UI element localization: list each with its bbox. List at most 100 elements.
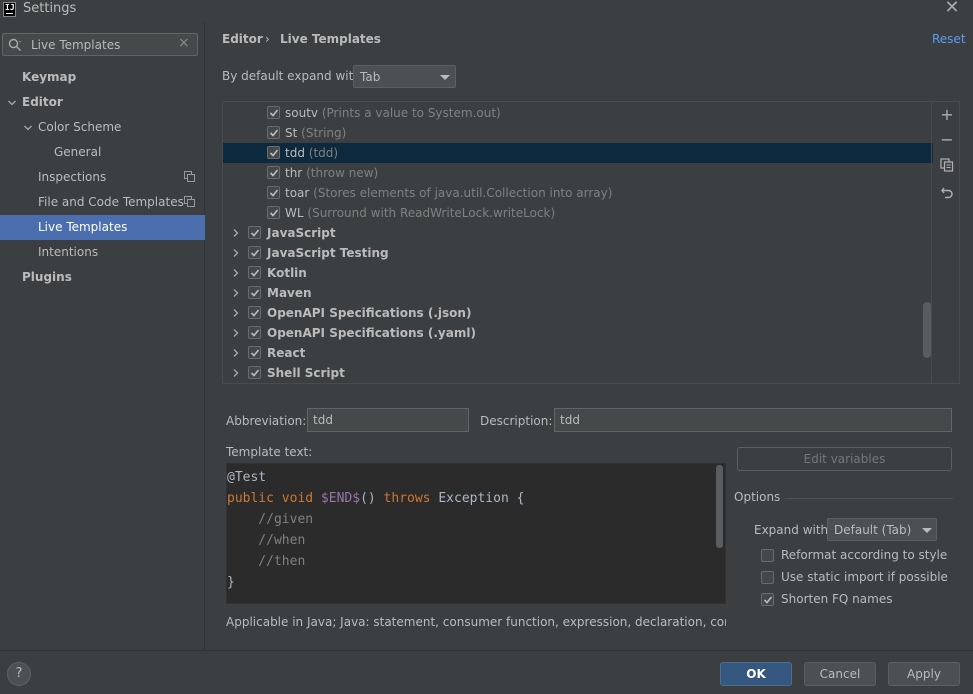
close-window-icon[interactable]: ✕ (944, 0, 960, 18)
sidebar-item-label: Intentions (38, 245, 99, 259)
template-text-editor[interactable]: @Test public void $END$() throws Excepti… (226, 463, 726, 604)
sidebar-item-inspections[interactable]: Inspections (0, 165, 205, 190)
group-checkbox[interactable] (248, 266, 261, 279)
shorten-fq-checkbox[interactable] (761, 593, 774, 606)
template-group-kotlin[interactable]: Kotlin (223, 263, 933, 283)
template-code: @Test public void $END$() throws Excepti… (227, 467, 524, 593)
sidebar-item-label: Plugins (22, 270, 72, 284)
reformat-label: Reformat according to style (781, 548, 948, 562)
sidebar-item-label: Editor (22, 95, 63, 109)
template-row-wl[interactable]: WL (Surround with ReadWriteLock.writeLoc… (223, 203, 933, 223)
template-description: (throw new) (306, 166, 379, 180)
chevron-right-icon[interactable] (231, 348, 241, 358)
template-abbreviation: WL (285, 206, 304, 220)
template-checkbox[interactable] (267, 126, 280, 139)
template-group-javascript[interactable]: JavaScript (223, 223, 933, 243)
copy-icon[interactable] (940, 158, 954, 172)
ok-button[interactable]: OK (720, 662, 792, 686)
chevron-right-icon[interactable] (231, 368, 241, 378)
code-keyword: public void (227, 491, 321, 506)
template-description: (Surround with ReadWriteLock.writeLock) (307, 206, 556, 220)
sidebar-item-general[interactable]: General (0, 140, 205, 165)
group-checkbox[interactable] (248, 246, 261, 259)
template-checkbox[interactable] (267, 206, 280, 219)
template-group-maven[interactable]: Maven (223, 283, 933, 303)
chevron-right-icon[interactable] (231, 248, 241, 258)
add-icon[interactable]: + (938, 106, 956, 124)
template-group-openapi-json[interactable]: OpenAPI Specifications (.json) (223, 303, 933, 323)
apply-button[interactable]: Apply (888, 662, 960, 686)
code-text: Exception { (438, 491, 525, 506)
template-row-st[interactable]: St (String) (223, 123, 933, 143)
template-checkbox[interactable] (267, 146, 280, 159)
group-checkbox[interactable] (248, 306, 261, 319)
code-line: } (227, 575, 235, 590)
static-import-checkbox[interactable] (761, 571, 774, 584)
group-checkbox[interactable] (248, 226, 261, 239)
group-checkbox[interactable] (248, 366, 261, 379)
template-row-thr[interactable]: thr (throw new) (223, 163, 933, 183)
sidebar-item-plugins[interactable]: Plugins (0, 265, 205, 290)
template-row-tdd[interactable]: tdd (tdd) (223, 143, 933, 163)
group-name: Kotlin (267, 266, 307, 280)
search-input[interactable] (31, 37, 176, 53)
template-label: toar (Stores elements of java.util.Colle… (285, 183, 612, 203)
sidebar-item-color-scheme[interactable]: Color Scheme (0, 115, 205, 140)
reformat-checkbox[interactable] (761, 549, 774, 562)
description-field[interactable] (554, 408, 952, 432)
sidebar-item-file-and-code-templates[interactable]: File and Code Templates (0, 190, 205, 215)
chevron-right-icon[interactable] (231, 228, 241, 238)
sidebar-item-label: Live Templates (38, 220, 128, 234)
code-comment: //then (227, 554, 306, 569)
template-row-soutv[interactable]: soutv (Prints a value to System.out) (223, 103, 933, 123)
expand-default-label: By default expand with (222, 69, 361, 83)
chevron-down-icon[interactable] (23, 123, 33, 133)
chevron-right-icon[interactable] (231, 328, 241, 338)
abbreviation-field[interactable] (307, 408, 469, 432)
code-line: @Test (227, 470, 267, 485)
template-label: thr (throw new) (285, 163, 378, 183)
help-button[interactable]: ? (7, 662, 31, 686)
chevron-right-icon[interactable] (231, 268, 241, 278)
edit-variables-button[interactable]: Edit variables (737, 447, 952, 471)
restore-icon[interactable] (940, 185, 954, 199)
template-group-shell-script[interactable]: Shell Script (223, 363, 933, 383)
clear-search-icon[interactable]: × (178, 35, 190, 51)
sidebar-item-keymap[interactable]: Keymap (0, 65, 205, 90)
breadcrumb-editor[interactable]: Editor (222, 32, 263, 46)
template-row-toar[interactable]: toar (Stores elements of java.util.Colle… (223, 183, 933, 203)
chevron-down-icon[interactable] (7, 98, 17, 108)
template-abbreviation: thr (285, 166, 303, 180)
cancel-button[interactable]: Cancel (804, 662, 876, 686)
group-name: JavaScript Testing (267, 246, 389, 260)
sidebar-item-label: Color Scheme (38, 120, 122, 134)
chevron-right-icon[interactable] (231, 288, 241, 298)
applicable-contexts-link[interactable]: Applicable in Java; Java: statement, con… (226, 615, 726, 629)
template-checkbox[interactable] (267, 166, 280, 179)
settings-search-box[interactable]: × (2, 33, 198, 56)
sidebar-item-editor[interactable]: Editor (0, 90, 205, 115)
template-group-javascript-testing[interactable]: JavaScript Testing (223, 243, 933, 263)
chevron-right-icon[interactable] (231, 308, 241, 318)
expand-with-select[interactable]: Default (Tab) (827, 518, 937, 541)
expand-default-select[interactable]: Tab (353, 65, 456, 88)
templates-list: soutv (Prints a value to System.out) St … (223, 102, 933, 383)
templates-scrollbar[interactable] (923, 302, 931, 358)
group-checkbox[interactable] (248, 286, 261, 299)
breadcrumb-separator: › (265, 32, 270, 46)
template-checkbox[interactable] (267, 186, 280, 199)
group-checkbox[interactable] (248, 326, 261, 339)
window-title: Settings (23, 1, 77, 16)
editor-scrollbar[interactable] (716, 465, 723, 548)
sidebar-item-live-templates[interactable]: Live Templates (0, 215, 205, 240)
reset-link[interactable]: Reset (932, 32, 966, 46)
sidebar-item-intentions[interactable]: Intentions (0, 240, 205, 265)
template-group-openapi-yaml[interactable]: OpenAPI Specifications (.yaml) (223, 323, 933, 343)
static-import-label: Use static import if possible (781, 570, 948, 584)
template-checkbox[interactable] (267, 106, 280, 119)
remove-icon[interactable]: − (938, 131, 956, 149)
group-name: Maven (267, 286, 312, 300)
group-checkbox[interactable] (248, 346, 261, 359)
template-group-react[interactable]: React (223, 343, 933, 363)
abbreviation-label: Abbreviation: (226, 414, 307, 428)
